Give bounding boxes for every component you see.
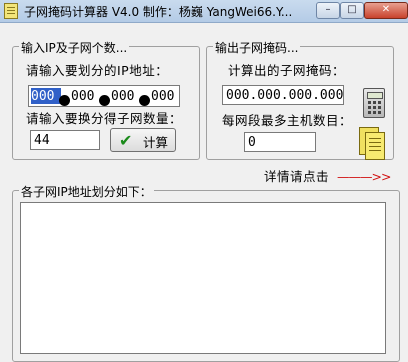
title-bar: 子网掩码计算器 V4.0 制作：杨巍 YangWei66.Y... – □ ✕	[0, 0, 408, 23]
ip-octet-3[interactable]	[111, 88, 141, 104]
ip-address-input[interactable]	[28, 85, 181, 107]
subnet-count-label: 请输入要换分得子网数量：	[26, 111, 183, 126]
subnet-mask-output: 000.000.000.000	[222, 85, 344, 105]
notes-icon[interactable]	[359, 127, 385, 160]
ip-address-label: 请输入要划分的IP地址：	[26, 63, 169, 78]
check-icon: ✔	[119, 131, 133, 150]
window-title: 子网掩码计算器 V4.0 制作：杨巍 YangWei66.Y...	[24, 5, 293, 19]
details-link[interactable]: 详情请点击 ———>>	[264, 166, 391, 185]
result-group-legend: 各子网IP地址划分如下：	[19, 183, 154, 200]
subnet-count-input[interactable]: 44	[30, 130, 100, 150]
ip-octet-1[interactable]	[31, 88, 61, 104]
details-link-text: 详情请点击	[264, 169, 330, 184]
ip-octet-2[interactable]	[71, 88, 101, 104]
max-hosts-label: 每网段最多主机数目：	[222, 113, 353, 128]
maximize-button[interactable]: □	[340, 2, 364, 19]
ip-octet-4[interactable]	[151, 88, 181, 104]
calculate-button[interactable]: ✔ 计算	[110, 128, 176, 152]
details-arrow: ———>>	[337, 169, 391, 184]
minimize-button[interactable]: –	[316, 2, 340, 19]
input-group-legend: 输入IP及子网个数...	[19, 39, 130, 56]
max-hosts-output: 0	[244, 132, 316, 152]
close-button[interactable]: ✕	[364, 2, 408, 19]
ip-dot-separator	[99, 95, 110, 106]
ip-dot-separator	[59, 95, 70, 106]
subnet-mask-label: 计算出的子网掩码：	[228, 63, 346, 78]
output-group-legend: 输出子网掩码...	[213, 39, 301, 56]
calculator-icon[interactable]	[363, 88, 385, 118]
subnet-result-list[interactable]	[20, 202, 386, 354]
calculate-button-label: 计算	[143, 135, 169, 150]
ip-dot-separator	[139, 95, 150, 106]
notepad-icon	[4, 3, 18, 19]
